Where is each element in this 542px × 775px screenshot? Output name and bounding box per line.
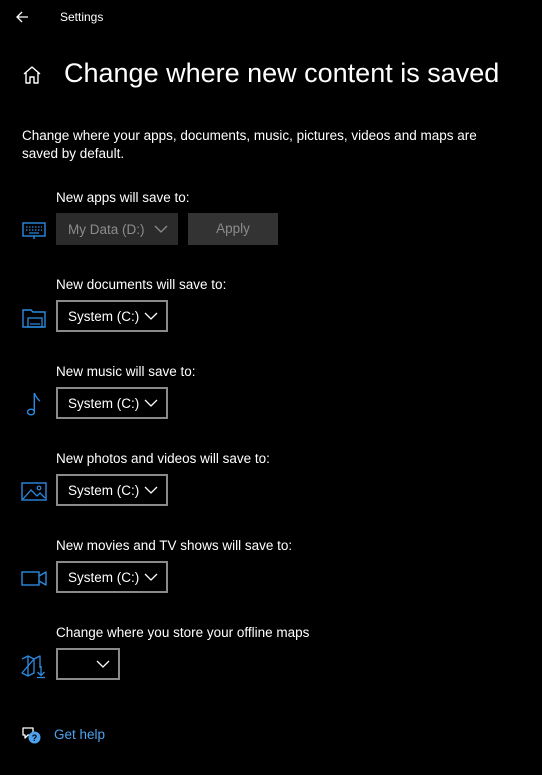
help-chat-icon: ?	[20, 724, 42, 746]
maps-save-row: Change where you store your offline maps	[0, 624, 542, 704]
maps-drive-dropdown[interactable]	[56, 648, 120, 680]
apply-button: Apply	[188, 213, 278, 245]
photos-drive-dropdown[interactable]: System (C:)	[56, 474, 168, 506]
apps-drive-value: My Data (D:)	[68, 222, 145, 237]
chevron-down-icon	[154, 224, 168, 234]
get-help-label: Get help	[54, 727, 106, 742]
movies-save-label: New movies and TV shows will save to:	[56, 538, 293, 553]
photos-save-row: New photos and videos will save to: Syst…	[0, 450, 542, 530]
chevron-down-icon	[144, 485, 158, 495]
music-drive-value: System (C:)	[68, 396, 140, 411]
back-arrow-icon[interactable]	[12, 6, 34, 28]
photos-save-label: New photos and videos will save to:	[56, 451, 270, 466]
window-title: Settings	[60, 10, 104, 24]
movies-drive-dropdown[interactable]: System (C:)	[56, 561, 168, 593]
documents-drive-value: System (C:)	[68, 309, 140, 324]
music-note-icon	[20, 390, 48, 418]
documents-save-row: New documents will save to: System (C:)	[0, 276, 542, 356]
home-icon[interactable]	[20, 63, 44, 87]
svg-text:?: ?	[32, 733, 38, 743]
music-drive-dropdown[interactable]: System (C:)	[56, 387, 168, 419]
music-save-row: New music will save to: System (C:)	[0, 363, 542, 443]
movies-save-row: New movies and TV shows will save to: Sy…	[0, 537, 542, 617]
photo-icon	[20, 477, 48, 505]
folder-drive-icon	[20, 303, 48, 331]
map-download-icon	[20, 651, 48, 679]
page-title: Change where new content is saved	[64, 58, 500, 88]
maps-save-label: Change where you store your offline maps	[56, 625, 310, 640]
chevron-down-icon	[96, 659, 110, 669]
get-help-link[interactable]: ? Get help	[0, 722, 200, 748]
monitor-keyboard-icon	[20, 216, 48, 244]
title-bar: Settings	[0, 0, 542, 34]
movies-drive-value: System (C:)	[68, 570, 140, 585]
chevron-down-icon	[144, 572, 158, 582]
chevron-down-icon	[144, 311, 158, 321]
documents-drive-dropdown[interactable]: System (C:)	[56, 300, 168, 332]
chevron-down-icon	[144, 398, 158, 408]
apps-save-label: New apps will save to:	[56, 190, 190, 205]
photos-drive-value: System (C:)	[68, 483, 140, 498]
page-description: Change where your apps, documents, music…	[22, 128, 477, 161]
page-header: Change where new content is saved	[0, 52, 542, 96]
documents-save-label: New documents will save to:	[56, 277, 227, 292]
apps-save-row: New apps will save to: My Data (D:) Appl…	[0, 189, 542, 269]
music-save-label: New music will save to:	[56, 364, 196, 379]
video-camera-icon	[20, 564, 48, 592]
apps-drive-dropdown: My Data (D:)	[56, 213, 178, 245]
